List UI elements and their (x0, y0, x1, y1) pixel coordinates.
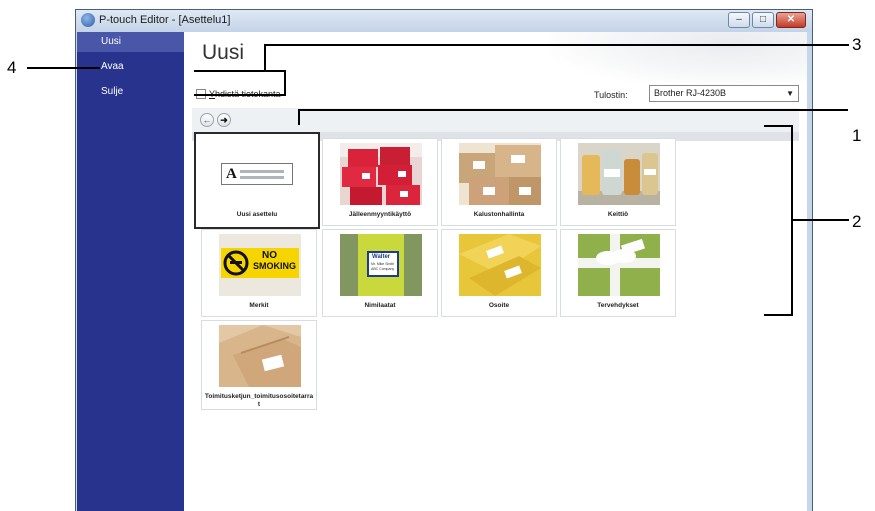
callout-line-4 (27, 67, 100, 69)
navigation-toolbar: ← ➜ (192, 108, 799, 132)
template-label: Keittiö (607, 211, 629, 218)
template-label: Osoite (488, 302, 510, 309)
close-button[interactable]: ✕ (776, 12, 806, 28)
main-content: Uusi Yhdistä tietokanta Tulostin: Brothe… (184, 32, 807, 511)
callout-bracket-2-bottom (764, 314, 793, 316)
back-arrow-icon[interactable]: ← (200, 113, 214, 127)
callout-bracket-2-top (764, 125, 793, 127)
template-tile-kitchen[interactable]: Keittiö (560, 138, 676, 226)
title-bar[interactable]: P-touch Editor - [Asettelu1] – □ ✕ (76, 10, 812, 32)
maximize-button[interactable]: □ (752, 12, 774, 28)
asset-boxes-thumbnail-icon (459, 143, 541, 205)
nav-item-uusi[interactable]: Uusi (77, 32, 184, 52)
new-layout-thumbnail-icon: A (221, 163, 293, 185)
template-label: Uusi asettelu (236, 211, 278, 218)
callout-line-1 (298, 109, 848, 111)
callout-bracket-3-top (194, 70, 286, 72)
retail-boxes-thumbnail-icon (340, 143, 422, 205)
minimize-button[interactable]: – (728, 12, 750, 28)
address-envelopes-thumbnail-icon (459, 234, 541, 296)
name-badge-thumbnail-icon: Walter Mr. Mike Smith ABC Company (340, 234, 422, 296)
template-tile-asset-management[interactable]: Kalustonhallinta (441, 138, 557, 226)
template-tile-signs[interactable]: NO SMOKING Merkit (201, 229, 317, 317)
new-layout-line (240, 176, 284, 179)
app-window: P-touch Editor - [Asettelu1] – □ ✕ Uusi … (75, 9, 813, 511)
template-tile-retail[interactable]: Jälleenmyyntikäyttö (322, 138, 438, 226)
kitchen-jars-thumbnail-icon (578, 143, 660, 205)
printer-select-value: Brother RJ-4230B (654, 88, 727, 98)
new-layout-line (240, 170, 284, 173)
template-tile-new-layout[interactable]: A Uusi asettelu (194, 132, 320, 229)
badge-name-text: Walter (372, 254, 391, 260)
callout-line-1-drop (298, 109, 300, 125)
template-label: Merkit (249, 302, 269, 309)
no-smoking-text-line2: SMOKING (253, 261, 297, 271)
forward-arrow-icon[interactable]: ➜ (217, 113, 231, 127)
no-smoking-text-line1: NO (262, 250, 277, 261)
callout-number-4: 4 (7, 58, 17, 77)
template-label: Kalustonhallinta (473, 211, 525, 218)
window-title: P-touch Editor - [Asettelu1] (99, 14, 231, 26)
template-tile-address[interactable]: Osoite (441, 229, 557, 317)
page-title: Uusi (202, 41, 245, 64)
printer-select[interactable]: Brother RJ-4230B ▼ (649, 85, 799, 102)
no-smoking-sign-thumbnail-icon: NO SMOKING (219, 234, 301, 296)
template-tile-greetings[interactable]: Tervehdykset (560, 229, 676, 317)
callout-line-2 (791, 219, 849, 221)
p-touch-app-icon (81, 13, 95, 27)
callout-line-3 (264, 44, 849, 46)
printer-label: Tulostin: (594, 90, 628, 100)
template-tile-shipping[interactable]: Toimitusketjun_toimitusosoitetarrat (201, 320, 317, 410)
nav-item-sulje[interactable]: Sulje (77, 82, 184, 102)
callout-number-1: 1 (852, 126, 862, 145)
template-label: Nimilaatat (364, 302, 396, 309)
callout-number-3: 3 (852, 35, 862, 54)
template-label: Tervehdykset (597, 302, 639, 309)
gift-ribbon-thumbnail-icon (578, 234, 660, 296)
left-navigation: Uusi Avaa Sulje (77, 32, 184, 511)
header-decoration (547, 32, 807, 87)
template-label: Toimitusketjun_toimitusosoitetarrat (204, 393, 314, 408)
callout-line-3-drop (264, 44, 266, 70)
callout-bracket-3-bottom (194, 94, 286, 96)
callout-bracket-3-right (284, 70, 286, 96)
shipping-box-thumbnail-icon (219, 325, 301, 387)
callout-number-2: 2 (852, 212, 862, 231)
template-label: Jälleenmyyntikäyttö (348, 211, 412, 218)
new-layout-letter: A (226, 166, 237, 182)
badge-line3-text: ABC Company (371, 267, 395, 271)
chevron-down-icon: ▼ (786, 89, 794, 98)
template-tile-name-badges[interactable]: Walter Mr. Mike Smith ABC Company Nimila… (322, 229, 438, 317)
